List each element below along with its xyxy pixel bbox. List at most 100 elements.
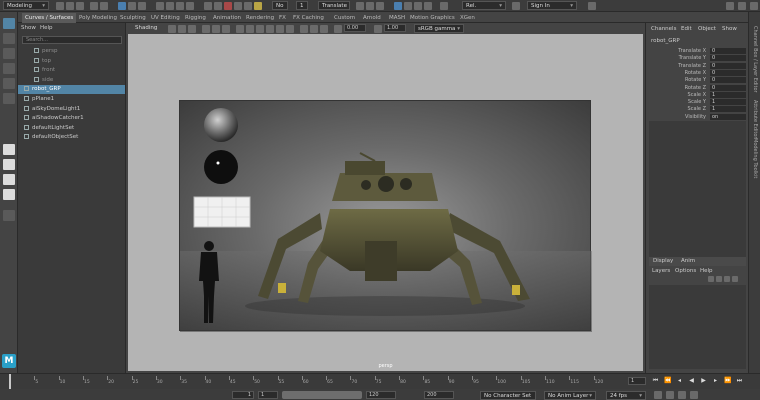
shelf-tab-arnold[interactable]: Arnold [360, 13, 384, 23]
color-space-dropdown[interactable]: sRGB gamma [414, 24, 464, 33]
snap-curve-icon[interactable] [166, 2, 174, 10]
undo-icon[interactable] [90, 2, 98, 10]
history-icon[interactable] [204, 2, 212, 10]
animation-preferences-icon[interactable] [690, 391, 698, 399]
snap-grid-icon[interactable] [156, 2, 164, 10]
outliner-item[interactable]: top [18, 57, 125, 66]
channel-attr-value[interactable]: 1 [710, 99, 746, 106]
viewport-persp[interactable]: persp [128, 34, 643, 371]
channel-attr-value[interactable]: 1 [710, 91, 746, 98]
shelf-tab-xgen[interactable]: XGen [457, 13, 478, 23]
range-slider[interactable] [282, 391, 362, 399]
layer-menu-layers[interactable]: Layers [652, 268, 670, 274]
channel-attr-label[interactable]: Scale X [688, 92, 706, 98]
channel-box-menu-channels[interactable]: Channels [651, 26, 676, 32]
shadows-icon[interactable] [286, 25, 294, 33]
new-layer-selected-icon[interactable] [716, 276, 722, 282]
channel-attr-label[interactable]: Scale Y [688, 99, 706, 105]
channel-attr-value[interactable]: 0 [710, 48, 746, 54]
four-view-layout-icon[interactable] [3, 159, 15, 170]
shelf-tab-mash[interactable]: MASH [386, 13, 408, 23]
snap-view-icon[interactable] [186, 2, 194, 10]
auto-key-icon[interactable] [666, 391, 674, 399]
outliner-menu-show[interactable]: Show [21, 25, 36, 31]
new-scene-icon[interactable] [56, 2, 64, 10]
outliner-item[interactable]: defaultObjectSet [18, 133, 125, 142]
layer-menu-options[interactable]: Options [675, 268, 696, 274]
quick-selection-field[interactable]: Rel. [462, 1, 506, 10]
textured-icon[interactable] [266, 25, 274, 33]
current-frame-field[interactable]: 1 [628, 377, 646, 385]
go-to-end-icon[interactable]: ⏭ [736, 377, 743, 384]
exposure-field[interactable]: 0.00 [344, 24, 366, 32]
step-forward-key-icon[interactable]: ⏩ [724, 377, 731, 384]
attribute-editor-toggle-icon[interactable] [404, 2, 412, 10]
select-component-icon[interactable] [138, 2, 146, 10]
range-start-field[interactable]: 1 [232, 391, 254, 399]
select-tool-icon[interactable] [3, 18, 15, 29]
snap-point-icon[interactable] [176, 2, 184, 10]
layer-tab-display[interactable]: Display [653, 258, 673, 264]
outliner-item[interactable]: side [18, 76, 125, 85]
wireframe-icon[interactable] [236, 25, 244, 33]
save-scene-icon[interactable] [76, 2, 84, 10]
gamma-field[interactable]: 1.00 [384, 24, 406, 32]
redo-icon[interactable] [100, 2, 108, 10]
search-icon[interactable] [512, 2, 520, 10]
paint-select-tool-icon[interactable] [3, 48, 15, 59]
hypershade-icon[interactable] [254, 2, 262, 10]
ipr-render-icon[interactable] [234, 2, 242, 10]
shelf-tab-motion-graphics[interactable]: Motion Graphics [407, 13, 458, 23]
outliner-item[interactable]: aiShadowCatcher1 [18, 114, 125, 123]
channel-attr-label[interactable]: Translate X [678, 48, 706, 54]
xray-joints-icon[interactable] [320, 25, 328, 33]
anim-start-field[interactable]: 1 [258, 391, 278, 399]
shelf-tab-rendering[interactable]: Rendering [243, 13, 277, 23]
exposure-icon[interactable] [334, 25, 342, 33]
bookmark-icon[interactable] [178, 25, 186, 33]
outliner-menu-help[interactable]: Help [40, 25, 53, 31]
lasso-tool-icon[interactable] [3, 33, 15, 44]
rotate-tool-icon[interactable] [3, 78, 15, 89]
isolate-select-icon[interactable] [300, 25, 308, 33]
camera-attributes-icon[interactable] [168, 25, 176, 33]
shelf-tab-curves-surfaces[interactable]: Curves / Surfaces [22, 13, 77, 23]
outliner-search-input[interactable]: Search... [22, 36, 122, 44]
render-frame-icon[interactable] [224, 2, 232, 10]
channel-attr-label[interactable]: Rotate X [685, 70, 706, 76]
tool-settings-toggle-icon[interactable] [414, 2, 422, 10]
layer-tab-anim[interactable]: Anim [681, 258, 695, 264]
rename-icon[interactable] [376, 2, 384, 10]
sign-in-button[interactable]: Sign In [527, 1, 577, 10]
shelf-tab-rigging[interactable]: Rigging [182, 13, 209, 23]
channel-attr-value[interactable]: 0 [710, 55, 746, 62]
side-tab-attribute-editor[interactable]: Attribute Editor [752, 100, 758, 138]
image-plane-icon[interactable] [188, 25, 196, 33]
outliner-item[interactable]: aiSkyDomeLight1 [18, 105, 125, 114]
move-tool-icon[interactable] [3, 63, 15, 74]
layer-menu-help[interactable]: Help [700, 268, 713, 274]
play-forwards-icon[interactable]: ▶ [700, 377, 707, 384]
xray-icon[interactable] [310, 25, 318, 33]
anim-layer-dropdown[interactable]: No Anim Layer [544, 391, 596, 400]
current-time-marker[interactable] [9, 374, 11, 390]
outliner-item[interactable]: persp [18, 47, 125, 56]
render-view-icon[interactable] [214, 2, 222, 10]
time-slider[interactable]: 1 ⏮ ⏪ ◂ ◀ ▶ ▸ ⏩ ⏭ 5 10 15 20 25 30 35 40 45 50 55 6… [0, 373, 760, 390]
outliner-item[interactable]: front [18, 66, 125, 75]
channel-attr-label[interactable]: Translate Y [679, 55, 706, 61]
channel-attr-label[interactable]: Translate Z [678, 63, 706, 69]
channel-box-menu-object[interactable]: Object [698, 26, 716, 32]
select-hierarchy-icon[interactable] [118, 2, 126, 10]
shelf-tab-animation[interactable]: Animation [210, 13, 244, 23]
wireframe-on-shaded-icon[interactable] [256, 25, 264, 33]
channel-attr-value[interactable]: 0 [710, 69, 746, 76]
absolute-transform-icon[interactable] [356, 2, 364, 10]
playback-end-field[interactable]: 120 [366, 391, 396, 399]
layer-down-icon[interactable] [732, 276, 738, 282]
panel-layout-icon[interactable] [726, 2, 734, 10]
step-back-key-icon[interactable]: ⏪ [664, 377, 671, 384]
live-surface-field[interactable]: No [272, 1, 288, 10]
step-back-frame-icon[interactable]: ◂ [676, 377, 683, 384]
outliner-item[interactable]: robot_GRP [18, 85, 125, 95]
